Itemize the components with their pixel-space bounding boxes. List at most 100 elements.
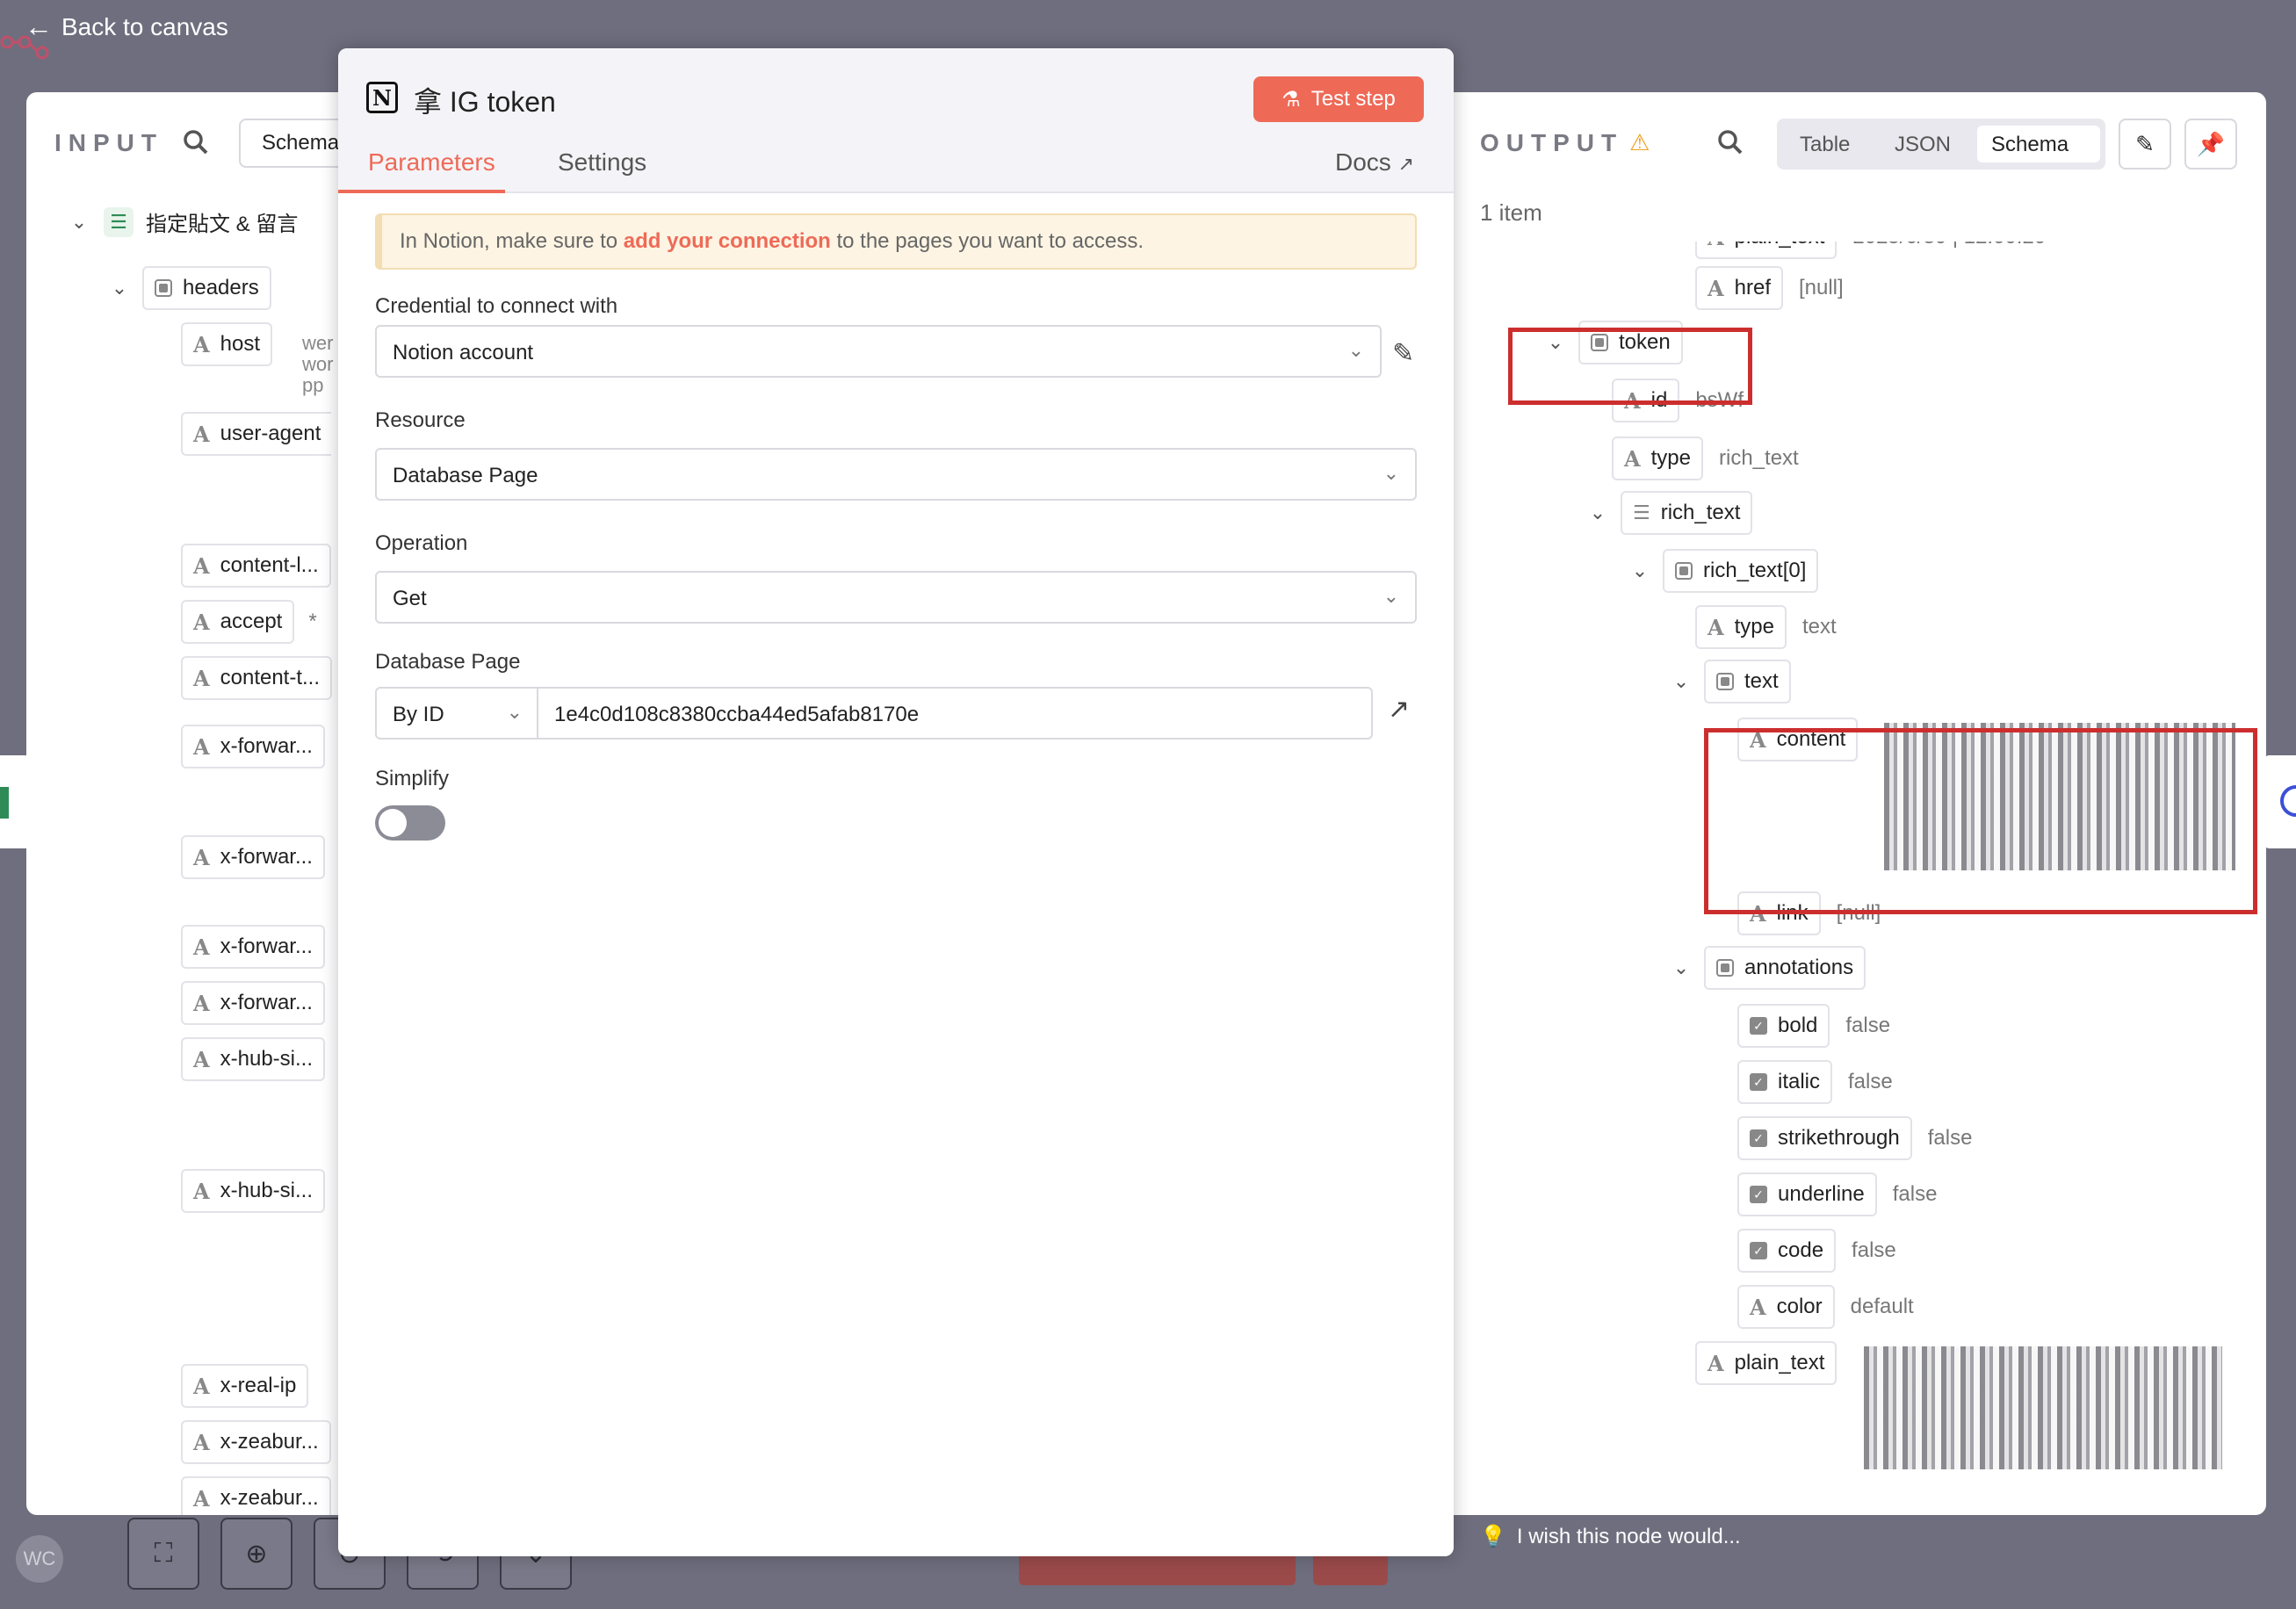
schema-row[interactable]: Aplain_text2025/6/30 | 12:00:20: [1695, 242, 2046, 259]
schema-row[interactable]: Atype rich_text: [1612, 437, 1799, 480]
fit-view-icon[interactable]: ⛶: [127, 1518, 199, 1590]
page-mode-select[interactable]: By ID ⌄: [375, 687, 538, 740]
chevron-down-icon[interactable]: ⌄: [1667, 956, 1695, 979]
schema-row[interactable]: ✓ underline false: [1737, 1172, 1937, 1216]
field-pill[interactable]: ✓ underline: [1737, 1172, 1877, 1216]
rich-text-0-pill[interactable]: rich_text[0]: [1663, 549, 1819, 593]
edit-output-button[interactable]: ✎: [2119, 119, 2171, 170]
field-pill[interactable]: Ax-forwar...: [181, 835, 325, 879]
field-pill[interactable]: ✓ bold: [1737, 1004, 1830, 1048]
headers-row[interactable]: ⌄ headers: [105, 266, 271, 310]
input-schema-view-button[interactable]: Schema: [239, 119, 351, 168]
schema-row[interactable]: Acolor default: [1737, 1285, 1914, 1329]
input-root-row[interactable]: ⌄ ☰ 指定貼文 & 留言: [65, 206, 298, 237]
search-icon[interactable]: [183, 129, 209, 155]
field-pill[interactable]: Ax-zeabur...: [181, 1420, 331, 1464]
field-row[interactable]: Ax-zeabur...: [181, 1420, 331, 1464]
resource-select[interactable]: Database Page ⌄: [375, 448, 1417, 501]
simplify-toggle[interactable]: [375, 805, 445, 841]
field-row[interactable]: Auser-agent: [181, 412, 332, 456]
field-row[interactable]: Ax-forwar...: [181, 981, 325, 1025]
text-type-icon: A: [1750, 1294, 1766, 1320]
docs-link[interactable]: Docs ↗: [1335, 148, 1414, 177]
headers-pill[interactable]: headers: [142, 266, 271, 310]
field-pill[interactable]: Acontent-l...: [181, 544, 331, 588]
field-pill[interactable]: Ax-forwar...: [181, 725, 325, 768]
field-pill[interactable]: Ax-real-ip: [181, 1364, 309, 1408]
field-pill[interactable]: Aaccept: [181, 600, 295, 644]
field-pill[interactable]: Atype: [1695, 605, 1787, 649]
field-pill[interactable]: Ax-forwar...: [181, 981, 325, 1025]
right-node-tab[interactable]: [2263, 755, 2296, 848]
field-row[interactable]: Ax-forwar...: [181, 925, 325, 969]
field-row[interactable]: Ax-zeabur...: [181, 1476, 331, 1515]
schema-row[interactable]: ⌄ text: [1667, 660, 1791, 703]
output-view-toggle: Table JSON Schema: [1777, 119, 2105, 170]
chevron-down-icon[interactable]: ⌄: [65, 211, 93, 234]
field-pill[interactable]: Ahost: [181, 322, 272, 366]
feedback-prompt[interactable]: 💡 I wish this node would...: [1480, 1524, 1741, 1549]
field-pill[interactable]: Aplain_text: [1695, 242, 1838, 259]
search-icon[interactable]: [1717, 129, 1744, 155]
field-pill[interactable]: ✓ code: [1737, 1229, 1837, 1273]
schema-row[interactable]: ⌄ ☰ rich_text: [1584, 491, 1753, 535]
tab-parameters[interactable]: Parameters: [368, 148, 495, 177]
warning-icon: ⚠: [1629, 129, 1650, 155]
field-row[interactable]: Ax-hub-si...: [181, 1169, 325, 1213]
field-row[interactable]: Aaccept *: [181, 600, 317, 644]
annotations-pill[interactable]: annotations: [1704, 946, 1866, 990]
schema-row[interactable]: ✓ italic false: [1737, 1060, 1893, 1104]
schema-row[interactable]: ✓ strikethrough false: [1737, 1116, 1972, 1160]
operation-select[interactable]: Get ⌄: [375, 571, 1417, 624]
field-row[interactable]: Acontent-t...: [181, 656, 333, 700]
chevron-down-icon[interactable]: ⌄: [1584, 501, 1612, 524]
pin-data-button[interactable]: 📌: [2184, 119, 2237, 170]
view-json-tab[interactable]: JSON: [1881, 126, 1965, 162]
page-id-input[interactable]: 1e4c0d108c8380ccba44ed5afab8170e: [537, 687, 1373, 740]
schema-row[interactable]: Ahref [null]: [1695, 266, 1844, 310]
field-pill[interactable]: Atype: [1612, 437, 1703, 480]
field-pill[interactable]: Acontent-t...: [181, 656, 333, 700]
field-pill[interactable]: Acolor: [1737, 1285, 1835, 1329]
open-page-external-icon[interactable]: ↗: [1388, 694, 1410, 725]
rich-text-pill[interactable]: ☰ rich_text: [1621, 491, 1753, 535]
field-row[interactable]: Ax-forwar...: [181, 835, 325, 879]
schema-row[interactable]: ✓ bold false: [1737, 1004, 1890, 1048]
toggle-knob: [379, 809, 407, 837]
view-table-tab[interactable]: Table: [1786, 126, 1864, 162]
add-connection-link[interactable]: add your connection: [624, 229, 831, 253]
test-step-button[interactable]: ⚗ Test step: [1253, 76, 1424, 122]
field-pill[interactable]: Ax-zeabur...: [181, 1476, 331, 1515]
schema-row[interactable]: ⌄ annotations: [1667, 946, 1866, 990]
user-avatar[interactable]: WC: [16, 1535, 63, 1583]
chevron-down-icon[interactable]: ⌄: [105, 277, 134, 299]
schema-row[interactable]: Atype text: [1695, 605, 1837, 649]
node-title[interactable]: 拿 IG token: [414, 80, 556, 120]
field-pill[interactable]: Ax-forwar...: [181, 925, 325, 969]
field-row[interactable]: Ahost: [181, 322, 272, 366]
credential-select[interactable]: Notion account ⌄: [375, 325, 1382, 378]
field-pill[interactable]: Ax-hub-si...: [181, 1169, 325, 1213]
field-row[interactable]: Acontent-l...: [181, 544, 331, 588]
text-type-icon: A: [193, 1373, 210, 1399]
schema-row[interactable]: ⌄ rich_text[0]: [1626, 549, 1819, 593]
schema-row[interactable]: ✓ code false: [1737, 1229, 1896, 1273]
tab-settings[interactable]: Settings: [558, 148, 646, 177]
field-row[interactable]: Ax-hub-si...: [181, 1037, 325, 1081]
field-row[interactable]: Ax-forwar...: [181, 725, 325, 768]
chevron-down-icon[interactable]: ⌄: [1626, 559, 1654, 582]
field-row[interactable]: Ax-real-ip: [181, 1364, 309, 1408]
edit-credential-icon[interactable]: ✎: [1392, 338, 1414, 369]
output-panel: OUTPUT ⚠ Table JSON Schema ✎ 📌 1 item Ap…: [1454, 92, 2266, 1515]
field-pill[interactable]: ✓ strikethrough: [1737, 1116, 1912, 1160]
field-pill[interactable]: Aplain_text: [1695, 1341, 1838, 1385]
schema-row[interactable]: Aplain_text: [1695, 1341, 1838, 1385]
text-pill[interactable]: text: [1704, 660, 1791, 703]
view-schema-tab[interactable]: Schema: [1977, 126, 2100, 162]
field-pill[interactable]: ✓ italic: [1737, 1060, 1833, 1104]
field-pill[interactable]: Ahref: [1695, 266, 1783, 310]
field-pill[interactable]: Auser-agent: [181, 412, 332, 456]
chevron-down-icon[interactable]: ⌄: [1667, 670, 1695, 693]
zoom-in-icon[interactable]: ⊕: [220, 1518, 292, 1590]
field-pill[interactable]: Ax-hub-si...: [181, 1037, 325, 1081]
